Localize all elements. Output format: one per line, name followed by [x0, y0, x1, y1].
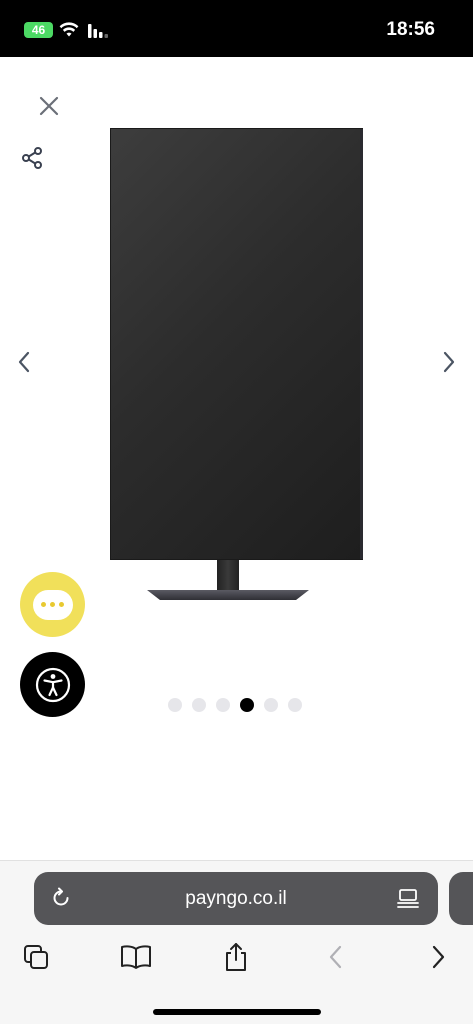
chevron-right-icon: [432, 945, 445, 969]
share-page-button[interactable]: [220, 941, 252, 973]
image-pagination: [168, 698, 302, 712]
battery-indicator: 46: [24, 22, 53, 38]
pagination-dot[interactable]: [288, 698, 302, 712]
wifi-icon: [59, 22, 79, 37]
pagination-dot[interactable]: [216, 698, 230, 712]
cellular-signal-icon: [88, 24, 108, 38]
book-icon: [121, 945, 151, 969]
chevron-left-icon: [18, 351, 30, 373]
screen: 46 18:56 payngo.co.il: [0, 0, 473, 1024]
url-text: payngo.co.il: [185, 888, 287, 909]
chevron-right-icon: [443, 351, 455, 373]
home-indicator: [153, 1009, 321, 1015]
share-upload-icon: [226, 943, 246, 971]
product-image-monitor: [100, 120, 372, 610]
status-bar: 46 18:56: [0, 0, 473, 57]
browser-forward-button[interactable]: [422, 941, 454, 973]
chevron-left-icon: [329, 945, 342, 969]
monitor-stand-neck: [217, 560, 239, 590]
bookmarks-button[interactable]: [120, 941, 152, 973]
next-image-button[interactable]: [439, 348, 459, 376]
browser-back-button[interactable]: [320, 941, 352, 973]
pagination-dot[interactable]: [168, 698, 182, 712]
monitor-stand-base: [147, 590, 309, 600]
browser-toolbar: [0, 941, 473, 975]
accessibility-button[interactable]: [20, 652, 85, 717]
tabs-icon: [24, 945, 48, 969]
next-tab-preview[interactable]: [449, 872, 473, 925]
tabs-button[interactable]: [20, 941, 52, 973]
browser-bar: payngo.co.il: [0, 860, 473, 1024]
share-icon: [22, 147, 42, 169]
pagination-dot[interactable]: [192, 698, 206, 712]
monitor-screen: [110, 128, 363, 560]
address-bar[interactable]: payngo.co.il: [34, 872, 438, 925]
chat-button[interactable]: [20, 572, 85, 637]
accessibility-icon: [35, 667, 70, 702]
share-button[interactable]: [20, 146, 44, 170]
pagination-dot[interactable]: [240, 698, 254, 712]
close-button[interactable]: [36, 93, 62, 119]
pagination-dot[interactable]: [264, 698, 278, 712]
close-icon: [39, 96, 59, 116]
previous-image-button[interactable]: [14, 348, 34, 376]
reader-mode-icon[interactable]: [396, 886, 420, 910]
chat-bubble-icon: [32, 589, 73, 620]
status-time: 18:56: [386, 19, 435, 40]
